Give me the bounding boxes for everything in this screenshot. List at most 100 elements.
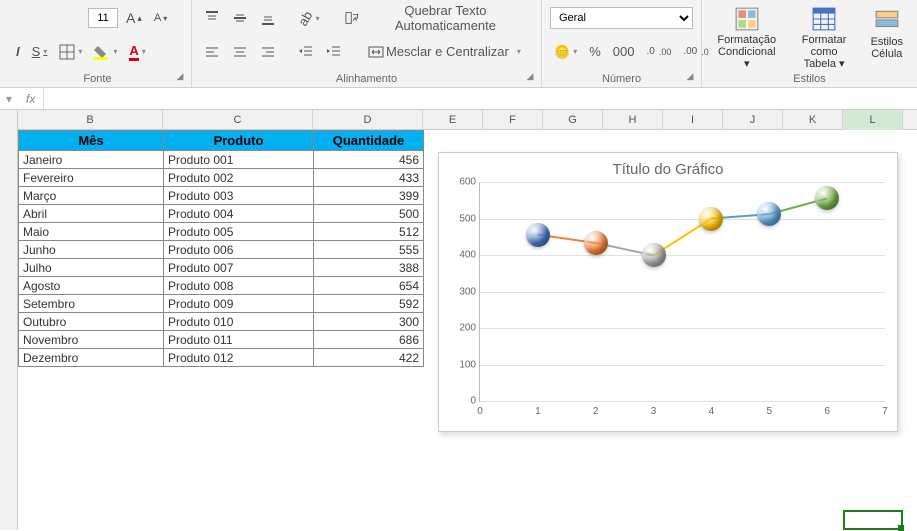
ribbon-group-styles: Formatação Condicional ▾ Formatar como T… <box>702 0 917 87</box>
decrease-indent-button[interactable] <box>294 40 318 64</box>
percent-button[interactable]: % <box>585 40 605 64</box>
cell-quantidade[interactable]: 555 <box>314 241 424 259</box>
cell-quantidade[interactable]: 422 <box>314 349 424 367</box>
column-header-E[interactable]: E <box>423 110 483 130</box>
currency-button[interactable]: 🪙▾ <box>550 40 581 64</box>
cell-styles-button[interactable]: Estilos Célula <box>865 4 909 62</box>
table-row: OutubroProduto 010300 <box>19 313 424 331</box>
name-box-expand[interactable]: ▾ <box>0 92 18 106</box>
cell-quantidade[interactable]: 433 <box>314 169 424 187</box>
font-size-input[interactable] <box>88 8 118 28</box>
chart[interactable]: Título do Gráfico 0100200300400500600012… <box>438 152 898 432</box>
column-header-I[interactable]: I <box>663 110 723 130</box>
align-right-button[interactable] <box>256 40 280 64</box>
wrap-text-button[interactable]: Quebrar Texto Automaticamente <box>341 6 533 30</box>
column-header-B[interactable]: B <box>18 110 163 130</box>
align-middle-button[interactable] <box>228 6 252 30</box>
row-headers[interactable] <box>0 110 18 530</box>
column-header-L[interactable]: L <box>843 110 903 130</box>
increase-font-button[interactable]: A▴ <box>122 6 146 30</box>
align-center-button[interactable] <box>228 40 252 64</box>
column-headers[interactable]: BCDEFGHIJKL <box>18 110 917 130</box>
cell-mes[interactable]: Dezembro <box>19 349 164 367</box>
number-dialog-launcher[interactable]: ◢ <box>683 71 697 85</box>
cell-mes[interactable]: Setembro <box>19 295 164 313</box>
cell-mes[interactable]: Maio <box>19 223 164 241</box>
cell-mes[interactable]: Outubro <box>19 313 164 331</box>
cell-quantidade[interactable]: 388 <box>314 259 424 277</box>
align-top-button[interactable] <box>200 6 224 30</box>
font-dialog-launcher[interactable]: ◢ <box>173 71 187 85</box>
cell-produto[interactable]: Produto 006 <box>164 241 314 259</box>
spreadsheet-grid[interactable]: BCDEFGHIJKL Mês Produto Quantidade Janei… <box>0 110 917 530</box>
alignment-dialog-launcher[interactable]: ◢ <box>523 71 537 85</box>
cell-produto[interactable]: Produto 008 <box>164 277 314 295</box>
cell-quantidade[interactable]: 399 <box>314 187 424 205</box>
column-header-G[interactable]: G <box>543 110 603 130</box>
chart-marker[interactable] <box>526 223 550 247</box>
formula-input[interactable] <box>44 88 917 109</box>
cell-mes[interactable]: Agosto <box>19 277 164 295</box>
cell-produto[interactable]: Produto 004 <box>164 205 314 223</box>
column-header-H[interactable]: H <box>603 110 663 130</box>
cell-quantidade[interactable]: 456 <box>314 151 424 169</box>
cell-produto[interactable]: Produto 011 <box>164 331 314 349</box>
thousands-button[interactable]: 000 <box>609 40 639 64</box>
italic-button[interactable]: I <box>12 40 24 64</box>
merge-center-button[interactable]: Mesclar e Centralizar▾ <box>364 40 533 64</box>
increase-decimal-button[interactable]: .0.00 <box>642 40 675 64</box>
cell-produto[interactable]: Produto 009 <box>164 295 314 313</box>
cell-produto[interactable]: Produto 010 <box>164 313 314 331</box>
align-left-button[interactable] <box>200 40 224 64</box>
cell-mes[interactable]: Janeiro <box>19 151 164 169</box>
cell-mes[interactable]: Fevereiro <box>19 169 164 187</box>
column-header-D[interactable]: D <box>313 110 423 130</box>
number-format-select[interactable]: Geral <box>550 7 693 29</box>
ribbon-group-number: Geral 🪙▾ % 000 .0.00 .00.0 Número ◢ <box>542 0 702 87</box>
column-header-F[interactable]: F <box>483 110 543 130</box>
underline-button[interactable]: S▾ <box>28 40 52 64</box>
cell-mes[interactable]: Novembro <box>19 331 164 349</box>
header-mes[interactable]: Mês <box>19 131 164 151</box>
cell-quantidade[interactable]: 500 <box>314 205 424 223</box>
cell-produto[interactable]: Produto 007 <box>164 259 314 277</box>
chart-marker[interactable] <box>584 231 608 255</box>
chart-marker[interactable] <box>642 243 666 267</box>
header-produto[interactable]: Produto <box>164 131 314 151</box>
chart-marker[interactable] <box>815 186 839 210</box>
cell-produto[interactable]: Produto 005 <box>164 223 314 241</box>
header-quantidade[interactable]: Quantidade <box>314 131 424 151</box>
cell-mes[interactable]: Abril <box>19 205 164 223</box>
cell-produto[interactable]: Produto 001 <box>164 151 314 169</box>
increase-indent-button[interactable] <box>322 40 346 64</box>
column-header-C[interactable]: C <box>163 110 313 130</box>
cell-quantidade[interactable]: 512 <box>314 223 424 241</box>
cell-mes[interactable]: Julho <box>19 259 164 277</box>
column-header-J[interactable]: J <box>723 110 783 130</box>
align-bottom-button[interactable] <box>256 6 280 30</box>
conditional-formatting-button[interactable]: Formatação Condicional ▾ <box>710 4 784 62</box>
chart-marker[interactable] <box>757 202 781 226</box>
borders-button[interactable]: ▾ <box>55 40 86 64</box>
orientation-button[interactable]: ab▾ <box>294 6 323 30</box>
chart-title[interactable]: Título do Gráfico <box>439 153 897 182</box>
chart-plot-area[interactable]: 010020030040050060001234567 <box>479 182 885 402</box>
cell-quantidade[interactable]: 300 <box>314 313 424 331</box>
cell-quantidade[interactable]: 654 <box>314 277 424 295</box>
table-icon <box>810 6 838 32</box>
chart-marker[interactable] <box>699 207 723 231</box>
format-as-table-button[interactable]: Formatar como Tabela ▾ <box>790 4 859 62</box>
cell-mes[interactable]: Junho <box>19 241 164 259</box>
fx-icon[interactable]: fx <box>18 88 44 109</box>
cell-produto[interactable]: Produto 002 <box>164 169 314 187</box>
decrease-font-button[interactable]: A▾ <box>150 6 171 30</box>
column-header-K[interactable]: K <box>783 110 843 130</box>
table-row: MaioProduto 005512 <box>19 223 424 241</box>
cell-quantidade[interactable]: 686 <box>314 331 424 349</box>
font-color-button[interactable]: A ▾ <box>125 40 149 64</box>
cell-produto[interactable]: Produto 012 <box>164 349 314 367</box>
cell-produto[interactable]: Produto 003 <box>164 187 314 205</box>
fill-color-button[interactable]: ▾ <box>90 40 121 64</box>
cell-quantidade[interactable]: 592 <box>314 295 424 313</box>
cell-mes[interactable]: Março <box>19 187 164 205</box>
